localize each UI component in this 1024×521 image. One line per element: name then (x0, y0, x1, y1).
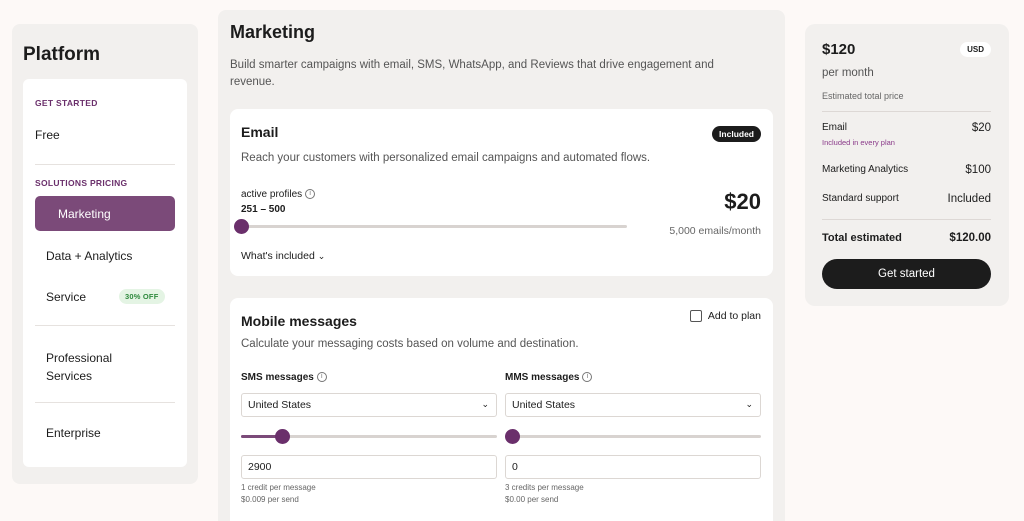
sms-per-send-note: $0.009 per send (241, 495, 299, 504)
checkbox-icon[interactable] (689, 310, 702, 323)
divider (35, 164, 175, 165)
mms-per-send-note: $0.00 per send (505, 495, 559, 504)
slider-thumb[interactable] (274, 429, 290, 444)
add-to-plan-label: Add to plan (707, 310, 761, 322)
profiles-label-row: active profiles i (241, 189, 316, 200)
sms-quantity-input[interactable]: 2900 (241, 455, 497, 479)
mms-credit-note: 3 credits per message (505, 483, 584, 492)
whats-included-toggle[interactable]: What's included ⌄ (241, 250, 325, 262)
email-price: $20 (724, 189, 761, 214)
sidebar-item-marketing[interactable]: Marketing (35, 196, 175, 231)
mms-label-row: MMS messages i (505, 372, 593, 383)
slider-thumb[interactable] (234, 219, 249, 234)
mobile-card-title: Mobile messages (241, 313, 357, 329)
info-icon[interactable]: i (316, 372, 327, 383)
profiles-slider[interactable] (234, 219, 627, 234)
row-label: Standard support (822, 193, 899, 204)
row-label: Marketing Analytics (822, 164, 909, 175)
chevron-down-icon: ⌄ (481, 399, 489, 409)
email-card: Email Included Reach your customers with… (230, 109, 773, 276)
sidebar-item-label: Marketing (58, 207, 111, 221)
sidebar-title: Platform (23, 44, 101, 65)
section-solutions-pricing: SOLUTIONS PRICING (35, 178, 128, 188)
chevron-down-icon: ⌄ (745, 399, 753, 409)
sms-country-value: United States (248, 399, 312, 411)
sms-slider[interactable] (241, 429, 497, 444)
mms-label: MMS messages (505, 372, 580, 383)
estimated-label: Estimated total price (822, 91, 904, 101)
sidebar: Platform GET STARTED Free SOLUTIONS PRIC… (12, 24, 198, 484)
info-icon[interactable]: i (305, 189, 316, 200)
sms-label: SMS messages (241, 372, 314, 383)
summary-row-email: Email $20 (822, 122, 991, 134)
slider-thumb[interactable] (505, 429, 520, 444)
section-get-started: GET STARTED (35, 98, 98, 108)
whats-included-label: What's included (241, 250, 315, 262)
sidebar-item-label: Professional (46, 351, 113, 365)
divider (822, 219, 991, 220)
add-to-plan-checkbox[interactable]: Add to plan (689, 310, 761, 323)
mms-quantity-input[interactable]: 0 (505, 455, 761, 479)
sms-label-row: SMS messages i (241, 372, 327, 383)
page-description: Build smarter campaigns with email, SMS,… (230, 59, 714, 88)
sidebar-item-label-line2: Services (46, 369, 93, 383)
sms-country-select[interactable]: United States ⌄ (241, 393, 497, 417)
summary-row-analytics: Marketing Analytics $100 (822, 164, 991, 176)
currency-badge[interactable]: USD (960, 42, 991, 57)
divider (35, 402, 175, 403)
page-title: Marketing (230, 22, 316, 42)
row-label: Email (822, 122, 848, 133)
sms-credit-note: 1 credit per message (241, 483, 316, 492)
row-sublabel: Included in every plan (822, 138, 895, 147)
chevron-down-icon: ⌄ (317, 251, 326, 261)
summary-price: $120 (822, 41, 856, 58)
email-card-title: Email (241, 124, 279, 140)
mobile-messages-card: Mobile messages Add to plan Calculate yo… (230, 298, 773, 521)
info-icon[interactable]: i (582, 372, 593, 383)
included-badge: Included (712, 126, 761, 142)
total-value: $120.00 (949, 232, 991, 244)
discount-badge: 30% OFF (119, 289, 165, 304)
mms-country-value: United States (512, 399, 576, 411)
row-value: Included (947, 193, 991, 205)
main-panel: Marketing Build smarter campaigns with e… (218, 10, 785, 521)
summary-total-row: Total estimated $120.00 (822, 232, 991, 244)
mms-country-select[interactable]: United States ⌄ (505, 393, 761, 417)
sidebar-item-label: Free (35, 128, 60, 142)
profiles-label: active profiles (241, 189, 303, 200)
total-label: Total estimated (822, 232, 902, 244)
sidebar-item-label: Enterprise (46, 426, 101, 440)
sidebar-nav: GET STARTED Free SOLUTIONS PRICING Marke… (23, 79, 187, 467)
mms-slider[interactable] (505, 429, 761, 444)
sidebar-item-label: Data + Analytics (46, 249, 133, 263)
price-summary: $120 USD per month Estimated total price… (805, 24, 1009, 306)
per-month-label: per month (822, 67, 874, 79)
summary-row-support: Standard support Included (822, 193, 991, 205)
divider (35, 325, 175, 326)
email-card-subtitle: Reach your customers with personalized e… (241, 152, 651, 164)
email-price-note: 5,000 emails/month (669, 225, 761, 237)
get-started-button[interactable]: Get started (822, 259, 991, 289)
mobile-card-subtitle: Calculate your messaging costs based on … (241, 338, 579, 350)
divider (822, 111, 991, 112)
row-value: $100 (965, 164, 991, 176)
sidebar-item-professional-services[interactable]: Professional Services (35, 349, 175, 385)
sidebar-item-label: Service (46, 290, 87, 304)
row-value: $20 (971, 122, 991, 134)
profiles-range: 251 – 500 (241, 204, 286, 215)
